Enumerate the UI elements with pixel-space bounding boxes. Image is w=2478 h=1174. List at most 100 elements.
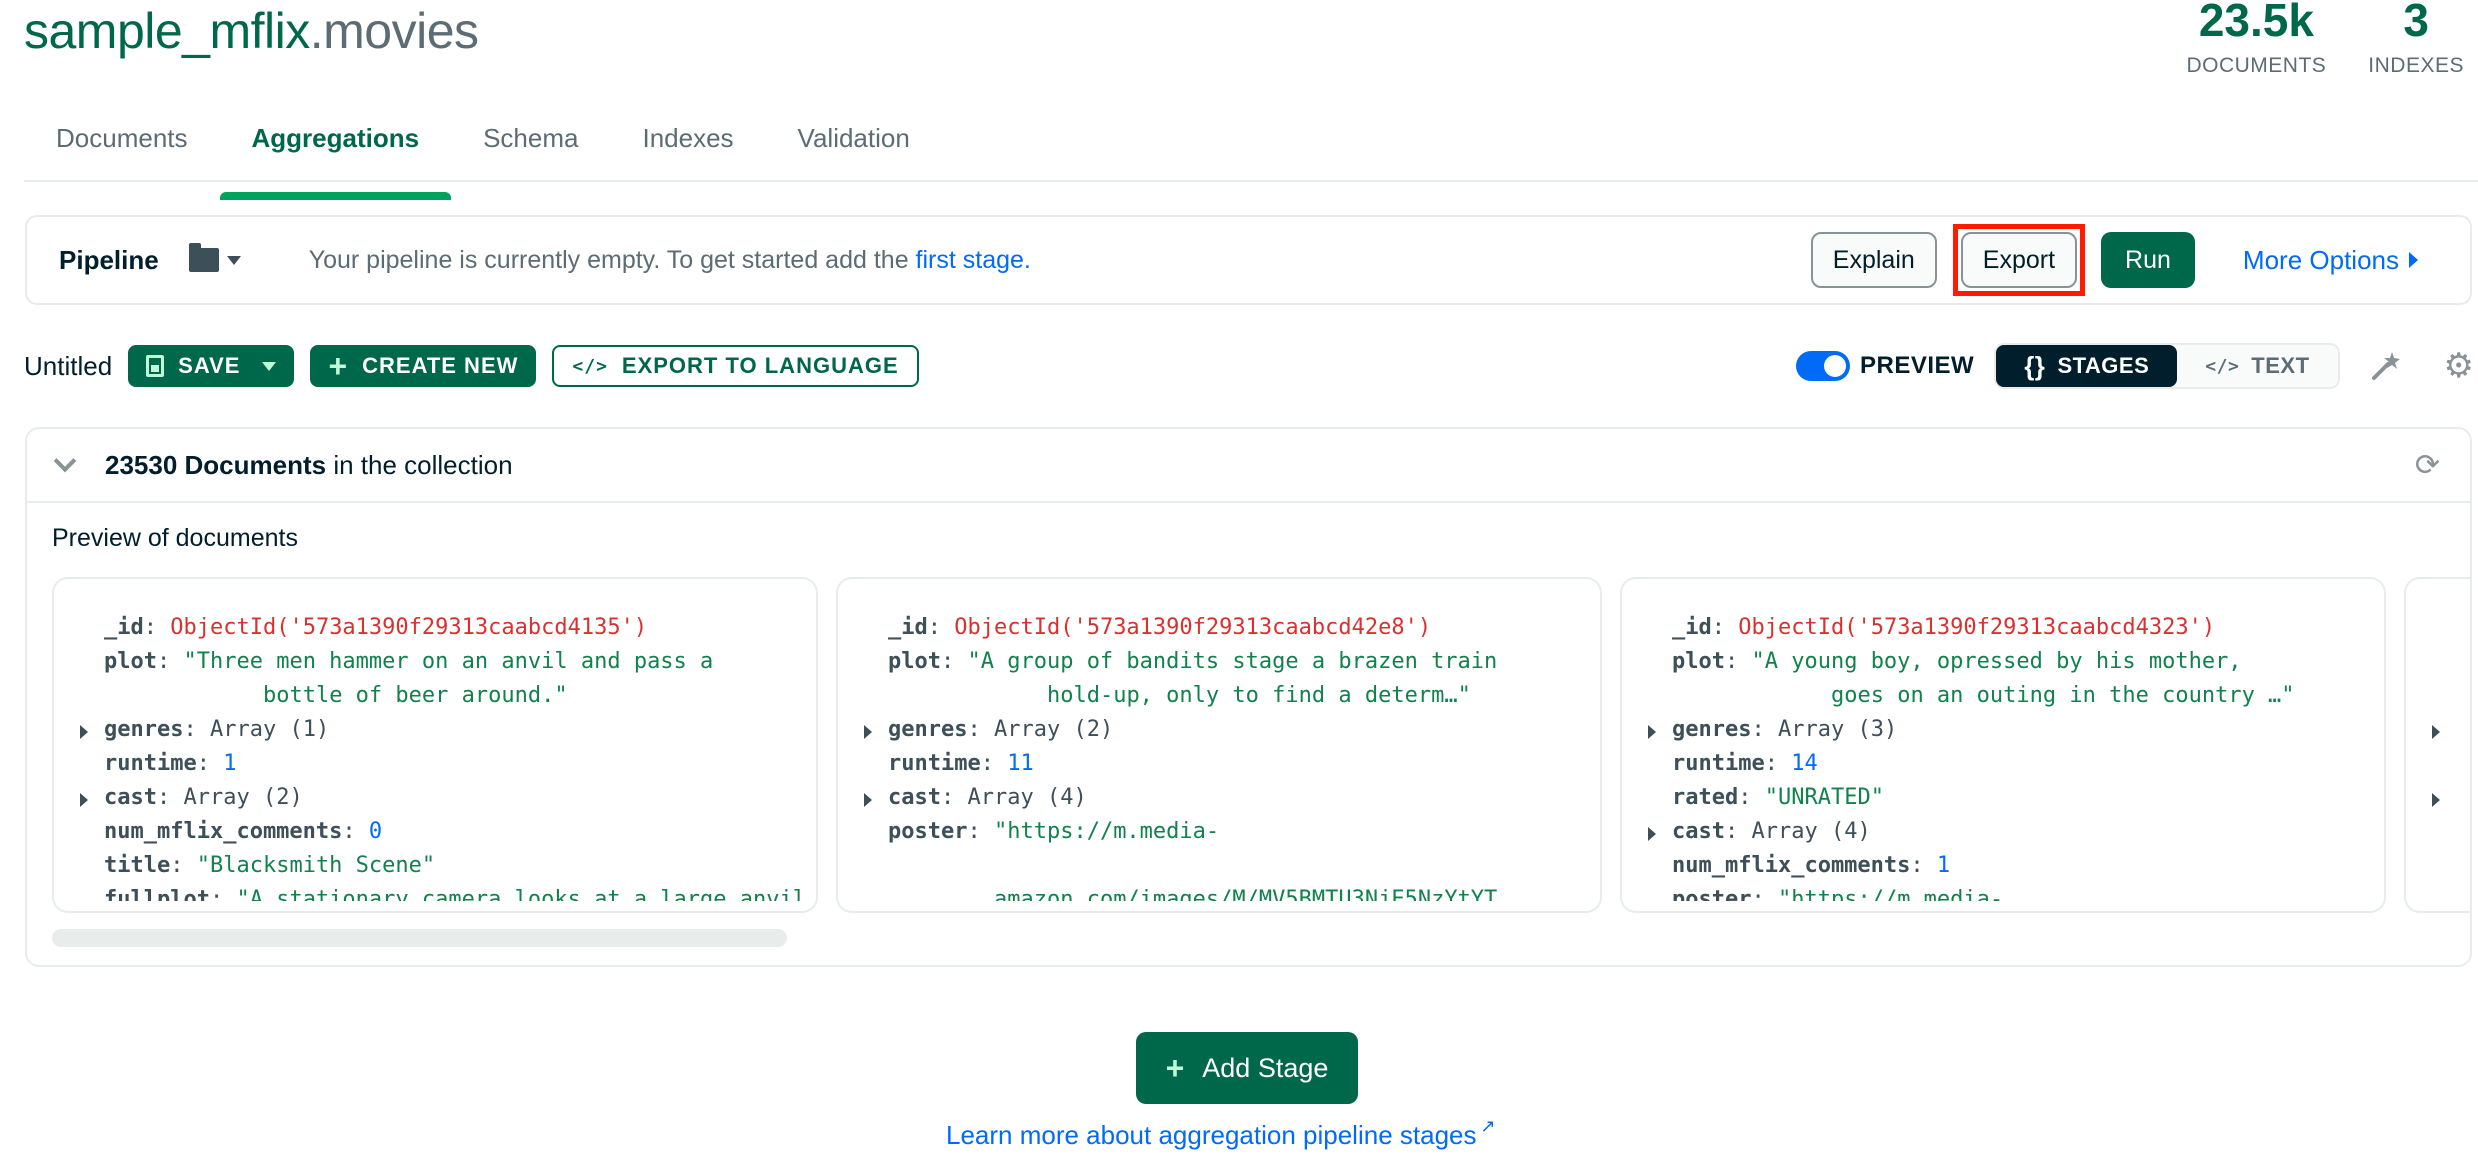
field-key: runtime — [888, 751, 981, 776]
export-button[interactable]: Export — [1960, 232, 2078, 288]
document-card: _id: ObjectId('573a1390f29313caabcd4323'… — [1620, 577, 2386, 913]
document-fields: _id: ObjectId('573a1390f29313caabcd4135'… — [80, 611, 816, 901]
tab-validation[interactable]: Validation — [766, 112, 942, 180]
field-genres[interactable]: genres: Array (2) — [864, 713, 1600, 747]
pipeline-toolbar: Untitled SAVE + CREATE NEW </> EXPORT TO… — [24, 343, 2478, 389]
open-saved-pipelines-button[interactable] — [188, 243, 241, 272]
documents-stat: 23.5k DOCUMENTS — [2186, 0, 2326, 78]
field-key: runtime — [104, 751, 197, 776]
pipeline-name: Untitled — [24, 350, 113, 381]
magic-wand-icon[interactable] — [2370, 350, 2402, 382]
field-line — [2432, 781, 2470, 815]
field-cast[interactable]: cast: Array (2) — [80, 781, 816, 815]
save-button[interactable]: SAVE — [128, 345, 295, 387]
field-value: "https://m.media- — [1777, 887, 2004, 901]
field-value: 11 — [1007, 751, 1034, 776]
field-line — [2432, 713, 2470, 747]
tab-schema[interactable]: Schema — [451, 112, 610, 180]
text-label: TEXT — [2251, 353, 2310, 378]
field-poster: poster: "https://m.media- amazon.com/ima… — [864, 815, 1600, 901]
document-fields — [2432, 611, 2470, 901]
expand-icon[interactable] — [1648, 725, 1656, 739]
field-colon: : — [927, 615, 955, 640]
field-value: ObjectId('573a1390f29313caabcd4323') — [1738, 615, 2216, 640]
preview-toggle[interactable] — [1796, 351, 1850, 381]
field-colon: : — [156, 649, 184, 674]
field-key: title — [104, 853, 171, 878]
field-colon: : — [1738, 785, 1765, 810]
field-value: Array (3) — [1777, 717, 1898, 742]
field-genres[interactable]: genres: Array (3) — [1648, 713, 2384, 747]
field-colon: : — [143, 615, 171, 640]
chevron-down-icon[interactable] — [53, 449, 77, 473]
expand-icon[interactable] — [864, 793, 872, 807]
collection-stats: 23.5k DOCUMENTS 3 INDEXES — [2186, 0, 2464, 78]
database-name: sample_mflix — [24, 3, 310, 59]
field-fullplot: fullplot: "A stationary camera looks at … — [80, 883, 816, 901]
first-stage-link[interactable]: first stage. — [916, 246, 1031, 274]
export-to-language-label: EXPORT TO LANGUAGE — [621, 353, 899, 378]
tab-documents[interactable]: Documents — [24, 112, 220, 180]
refresh-icon[interactable]: ⟳ — [2415, 448, 2440, 483]
field-key: fullplot — [104, 887, 210, 901]
more-options-label: More Options — [2242, 244, 2399, 275]
horizontal-scrollbar[interactable] — [52, 929, 787, 947]
field-num-mflix-comments: num_mflix_comments: 1 — [1648, 849, 2384, 883]
field-colon: : — [183, 717, 210, 742]
run-button[interactable]: Run — [2101, 232, 2195, 288]
field-poster: poster: "https://m.media- — [1648, 883, 2384, 901]
add-stage-button[interactable]: + Add Stage — [1136, 1032, 1358, 1104]
tab-aggregations[interactable]: Aggregations — [219, 112, 452, 200]
indexes-stat: 3 INDEXES — [2368, 0, 2464, 78]
field-key: _id — [1672, 615, 1712, 640]
field-value: "Three men hammer on an anvil and pass a… — [183, 649, 714, 708]
stages-view-button[interactable]: {} STAGES — [1996, 345, 2178, 387]
field-line — [2432, 645, 2470, 679]
expand-icon[interactable] — [1648, 827, 1656, 841]
expand-icon[interactable] — [80, 725, 88, 739]
expand-icon[interactable] — [864, 725, 872, 739]
document-fields: _id: ObjectId('573a1390f29313caabcd42e8'… — [864, 611, 1600, 901]
preview-of-documents-heading: Preview of documents — [52, 524, 298, 552]
plus-icon: + — [328, 348, 349, 384]
chevron-down-icon — [262, 361, 277, 371]
field-value: "Blacksmith Scene" — [196, 853, 436, 878]
settings-gear-icon[interactable]: ⚙ — [2444, 349, 2474, 383]
field-value: 14 — [1791, 751, 1818, 776]
document-card-partial — [2404, 577, 2470, 913]
indexes-count: 3 — [2403, 0, 2429, 46]
field-key: genres — [888, 717, 968, 742]
expand-icon[interactable] — [2432, 725, 2440, 739]
tab-indexes[interactable]: Indexes — [610, 112, 765, 180]
field-key: genres — [1672, 717, 1752, 742]
learn-more-link[interactable]: Learn more about aggregation pipeline st… — [946, 1116, 1496, 1151]
save-icon — [146, 355, 165, 377]
expand-icon[interactable] — [80, 793, 88, 807]
stages-label: STAGES — [2057, 353, 2150, 378]
field-value: 1 — [1936, 853, 1951, 878]
pipeline-header: Pipeline Your pipeline is currently empt… — [25, 215, 2472, 305]
field-colon: : — [156, 785, 184, 810]
create-new-button[interactable]: + CREATE NEW — [310, 345, 537, 387]
field-cast[interactable]: cast: Array (4) — [864, 781, 1600, 815]
document-cards: _id: ObjectId('573a1390f29313caabcd4135'… — [52, 577, 2470, 913]
documents-count-rest: in the collection — [326, 449, 513, 480]
explain-button[interactable]: Explain — [1810, 232, 1937, 288]
field-value: ObjectId('573a1390f29313caabcd4135') — [170, 615, 648, 640]
more-options-button[interactable]: More Options — [2243, 245, 2418, 276]
documents-preview-panel: 23530 Documents in the collection ⟳ Prev… — [25, 427, 2472, 967]
pipeline-label: Pipeline — [59, 244, 159, 275]
document-card: _id: ObjectId('573a1390f29313caabcd4135'… — [52, 577, 818, 913]
text-view-button[interactable]: </> TEXT — [2177, 345, 2337, 387]
expand-icon[interactable] — [2432, 793, 2440, 807]
field-cast[interactable]: cast: Array (4) — [1648, 815, 2384, 849]
field-plot: plot: "A group of bandits stage a brazen… — [864, 645, 1600, 713]
view-mode-switch: {} STAGES </> TEXT — [1994, 343, 2340, 389]
field-genres[interactable]: genres: Array (1) — [80, 713, 816, 747]
field-colon: : — [196, 751, 224, 776]
export-to-language-button[interactable]: </> EXPORT TO LANGUAGE — [552, 345, 919, 387]
add-stage-label: Add Stage — [1202, 1052, 1329, 1083]
field-key: poster — [888, 819, 968, 844]
plus-icon: + — [1165, 1050, 1185, 1086]
field-value: 0 — [368, 819, 383, 844]
